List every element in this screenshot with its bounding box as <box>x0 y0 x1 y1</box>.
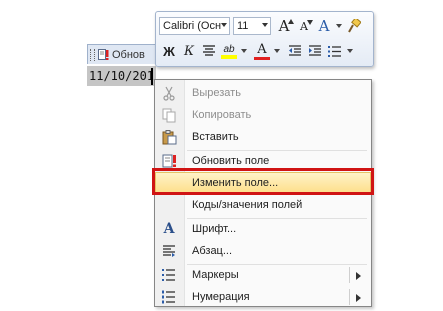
grow-font-button[interactable]: A <box>274 16 294 36</box>
menu-item-label: Маркеры <box>192 269 239 281</box>
submenu-divider <box>349 267 350 283</box>
italic-icon: К <box>183 43 195 59</box>
highlighter-icon: ab <box>223 43 235 55</box>
chevron-down-icon[interactable] <box>274 49 280 53</box>
menu-item-paste[interactable]: Вставить <box>155 126 371 148</box>
format-painter-icon <box>348 19 361 33</box>
menu-item-cut[interactable]: Вырезать <box>155 82 371 104</box>
bold-icon: Ж <box>163 43 175 59</box>
menu-item-label: Шрифт... <box>192 223 237 235</box>
date-field[interactable]: 11/10/201 <box>87 66 157 86</box>
mini-toolbar: Calibri (Осн 11 A A A Ж К ab A <box>155 11 374 67</box>
menu-item-bullets[interactable]: Маркеры <box>155 264 371 286</box>
font-color-bar <box>254 56 270 60</box>
italic-button[interactable]: К <box>179 41 199 61</box>
update-field-icon <box>98 48 109 61</box>
bullets-icon <box>161 267 177 283</box>
menu-item-label: Коды/значения полей <box>192 199 303 211</box>
paragraph-icon <box>161 243 177 259</box>
menu-item-toggle-field-codes[interactable]: Коды/значения полей <box>155 194 371 216</box>
font-name-value: Calibri (Осн <box>163 20 222 32</box>
menu-item-font[interactable]: A Шрифт... <box>155 218 371 240</box>
menu-item-paragraph[interactable]: Абзац... <box>155 240 371 262</box>
font-size-value: 11 <box>237 20 249 32</box>
chevron-down-icon <box>221 23 227 27</box>
styles-icon: A <box>318 17 330 35</box>
menu-item-copy[interactable]: Копировать <box>155 104 371 126</box>
chevron-down-icon[interactable] <box>336 24 342 28</box>
submenu-divider <box>349 289 350 305</box>
copy-icon <box>161 107 177 123</box>
bold-button[interactable]: Ж <box>159 41 179 61</box>
submenu-arrow-icon[interactable] <box>356 294 361 302</box>
update-field-label: Обнов <box>112 48 145 61</box>
paste-icon <box>161 129 177 145</box>
shrink-font-button[interactable]: A <box>294 16 314 36</box>
center-align-button[interactable] <box>199 41 219 61</box>
triangle-down-icon <box>307 20 313 25</box>
update-field-tab[interactable]: Обнов <box>87 44 157 64</box>
highlight-annotation-box <box>152 168 374 195</box>
font-name-combo[interactable]: Calibri (Осн <box>159 17 230 35</box>
highlight-button[interactable]: ab <box>219 41 239 61</box>
scissors-icon <box>161 85 177 101</box>
chevron-down-icon[interactable] <box>347 49 353 53</box>
chevron-down-icon <box>262 23 268 27</box>
drag-handle-icon <box>90 48 95 61</box>
menu-item-label: Вырезать <box>192 87 241 99</box>
chevron-down-icon[interactable] <box>241 49 247 53</box>
bullets-button[interactable] <box>325 41 345 61</box>
menu-item-label: Нумерация <box>192 291 250 303</box>
styles-button[interactable]: A <box>314 16 334 36</box>
menu-item-label: Вставить <box>192 131 239 143</box>
format-painter-button[interactable] <box>344 16 364 36</box>
font-color-icon: A <box>257 41 267 57</box>
menu-item-label: Обновить поле <box>192 155 270 167</box>
text-cursor <box>151 68 153 85</box>
font-icon: A <box>163 221 175 237</box>
align-center-icon <box>203 45 215 56</box>
highlight-color-bar <box>221 54 237 59</box>
increase-indent-button[interactable] <box>305 41 325 61</box>
decrease-indent-icon <box>289 45 301 56</box>
increase-indent-icon <box>309 45 321 56</box>
decrease-indent-button[interactable] <box>285 41 305 61</box>
update-field-icon <box>161 153 177 169</box>
menu-item-label: Копировать <box>192 109 252 121</box>
menu-item-numbering[interactable]: Нумерация <box>155 286 371 308</box>
font-color-button[interactable]: A <box>252 41 272 61</box>
menu-item-label: Абзац... <box>192 245 233 257</box>
font-size-combo[interactable]: 11 <box>233 17 271 35</box>
numbering-icon <box>161 289 177 305</box>
submenu-arrow-icon[interactable] <box>356 272 361 280</box>
bullets-icon <box>328 45 341 57</box>
